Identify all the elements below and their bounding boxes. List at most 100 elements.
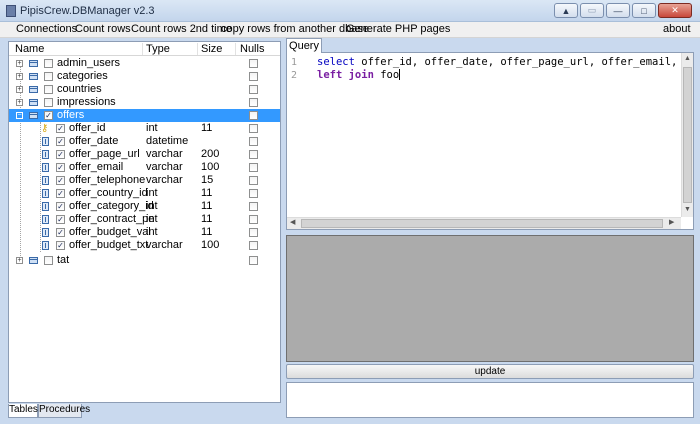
nulls-checkbox[interactable]	[249, 176, 258, 185]
header-size[interactable]: Size	[201, 43, 222, 55]
tree-row-column[interactable]: ✓ offer_date datetime	[9, 135, 280, 148]
vertical-scrollbar[interactable]: ▲ ▼	[681, 53, 693, 217]
query-editor[interactable]: 1 2 select offer_id, offer_date, offer_p…	[286, 52, 694, 230]
plus-icon[interactable]: +	[16, 257, 23, 264]
header-type[interactable]: Type	[146, 43, 170, 55]
tree-row-table[interactable]: + impressions	[9, 96, 280, 109]
nulls-checkbox[interactable]	[249, 150, 258, 159]
nulls-checkbox[interactable]	[249, 215, 258, 224]
nulls-checkbox[interactable]	[249, 124, 258, 133]
column-checkbox[interactable]: ✓	[56, 228, 65, 237]
menu-count-rows[interactable]: Count rows	[75, 23, 131, 35]
plus-icon[interactable]: +	[16, 86, 23, 93]
plus-icon[interactable]: +	[16, 73, 23, 80]
column-checkbox[interactable]: ✓	[56, 150, 65, 159]
column-checkbox[interactable]: ✓	[56, 189, 65, 198]
tab-tables[interactable]: Tables	[8, 404, 38, 418]
scroll-down-icon[interactable]: ▼	[684, 205, 691, 215]
column-checkbox[interactable]: ✓	[56, 176, 65, 185]
vertical-scroll-thumb[interactable]	[683, 67, 692, 203]
scroll-right-icon[interactable]: ▶	[669, 218, 674, 228]
horizontal-scroll-thumb[interactable]	[301, 219, 663, 228]
table-checkbox[interactable]	[44, 256, 53, 265]
column-size: 11	[201, 213, 213, 225]
line-number: 1	[291, 57, 298, 68]
code-line[interactable]: select offer_id, offer_date, offer_page_…	[317, 56, 693, 68]
column-checkbox[interactable]: ✓	[56, 163, 65, 172]
tree-row-column[interactable]: ✓ offer_category_id int 11	[9, 200, 280, 213]
tree-row-table-selected[interactable]: − ✓ offers	[9, 109, 280, 122]
tree-row-column[interactable]: ✓ offer_telephone varchar 15	[9, 174, 280, 187]
table-checkbox[interactable]	[44, 85, 53, 94]
column-checkbox[interactable]: ✓	[56, 202, 65, 211]
table-icon	[29, 257, 38, 264]
scroll-left-icon[interactable]: ◀	[290, 218, 295, 228]
nulls-checkbox[interactable]	[249, 256, 258, 265]
maximize-button[interactable]: □	[632, 3, 656, 18]
table-checkbox[interactable]	[44, 72, 53, 81]
update-button[interactable]: update	[286, 364, 694, 379]
schema-tree[interactable]: Name Type Size Nulls + admin_users + cat…	[8, 41, 281, 403]
column-type: varchar	[146, 174, 183, 186]
nulls-checkbox[interactable]	[249, 111, 258, 120]
table-checkbox[interactable]	[44, 98, 53, 107]
message-box[interactable]	[286, 382, 694, 418]
nulls-checkbox[interactable]	[249, 228, 258, 237]
sql-text: foo	[373, 69, 400, 81]
column-type: varchar	[146, 148, 183, 160]
column-size: 11	[201, 122, 213, 134]
line-number: 2	[291, 70, 298, 81]
plus-icon[interactable]: +	[16, 60, 23, 67]
restore-icon[interactable]: ▭	[580, 3, 604, 18]
tree-row-table[interactable]: + categories	[9, 70, 280, 83]
nulls-checkbox[interactable]	[249, 137, 258, 146]
nulls-checkbox[interactable]	[249, 85, 258, 94]
nulls-checkbox[interactable]	[249, 202, 258, 211]
nulls-checkbox[interactable]	[249, 98, 258, 107]
minus-icon[interactable]: −	[16, 112, 23, 119]
column-checkbox[interactable]: ✓	[56, 137, 65, 146]
nulls-checkbox[interactable]	[249, 189, 258, 198]
column-size: 200	[201, 148, 220, 160]
menu-generate-php[interactable]: Generate PHP pages	[346, 23, 450, 35]
nulls-checkbox[interactable]	[249, 241, 258, 250]
results-grid[interactable]	[286, 235, 694, 362]
horizontal-scrollbar[interactable]: ◀ ▶	[287, 217, 681, 229]
tree-row-table[interactable]: + admin_users	[9, 57, 280, 70]
code-line[interactable]: left join foo	[317, 69, 401, 81]
table-checkbox[interactable]	[44, 59, 53, 68]
tree-row-column[interactable]: ✓ offer_budget_txt varchar 100	[9, 239, 280, 252]
tab-query[interactable]: Query	[286, 38, 322, 53]
tree-row-column[interactable]: ✓ offer_page_url varchar 200	[9, 148, 280, 161]
menu-count-rows-2nd[interactable]: Count rows 2nd time	[131, 23, 232, 35]
tree-row-table[interactable]: + tat	[9, 254, 280, 267]
column-icon	[42, 215, 49, 224]
close-button[interactable]: ✕	[658, 3, 692, 18]
column-checkbox[interactable]: ✓	[56, 215, 65, 224]
tree-row-table[interactable]: + countries	[9, 83, 280, 96]
menu-connections[interactable]: Connections	[16, 23, 77, 35]
menu-about[interactable]: about	[663, 23, 691, 35]
tree-row-column[interactable]: ✓ offer_email varchar 100	[9, 161, 280, 174]
tree-row-column[interactable]: ⚷ ✓ offer_id int 11	[9, 122, 280, 135]
collapse-up-icon[interactable]: ▲	[554, 3, 578, 18]
scroll-up-icon[interactable]: ▲	[684, 54, 691, 64]
menu-bar: Connections Count rows Count rows 2nd ti…	[0, 22, 700, 38]
nulls-checkbox[interactable]	[249, 163, 258, 172]
header-name[interactable]: Name	[15, 43, 44, 55]
column-checkbox[interactable]: ✓	[56, 241, 65, 250]
table-checkbox[interactable]: ✓	[44, 111, 53, 120]
nulls-checkbox[interactable]	[249, 59, 258, 68]
plus-icon[interactable]: +	[16, 99, 23, 106]
column-type: int	[146, 122, 158, 134]
tree-header: Name Type Size Nulls	[9, 42, 280, 56]
header-nulls[interactable]: Nulls	[240, 43, 264, 55]
tree-row-column[interactable]: ✓ offer_country_id int 11	[9, 187, 280, 200]
column-name: offer_telephone	[69, 174, 146, 186]
tab-procedures[interactable]: Procedures	[38, 404, 90, 418]
tree-row-column[interactable]: ✓ offer_budget_val int 11	[9, 226, 280, 239]
minimize-button[interactable]: —	[606, 3, 630, 18]
nulls-checkbox[interactable]	[249, 72, 258, 81]
column-checkbox[interactable]: ✓	[56, 124, 65, 133]
tree-row-column[interactable]: ✓ offer_contract_pe int 11	[9, 213, 280, 226]
